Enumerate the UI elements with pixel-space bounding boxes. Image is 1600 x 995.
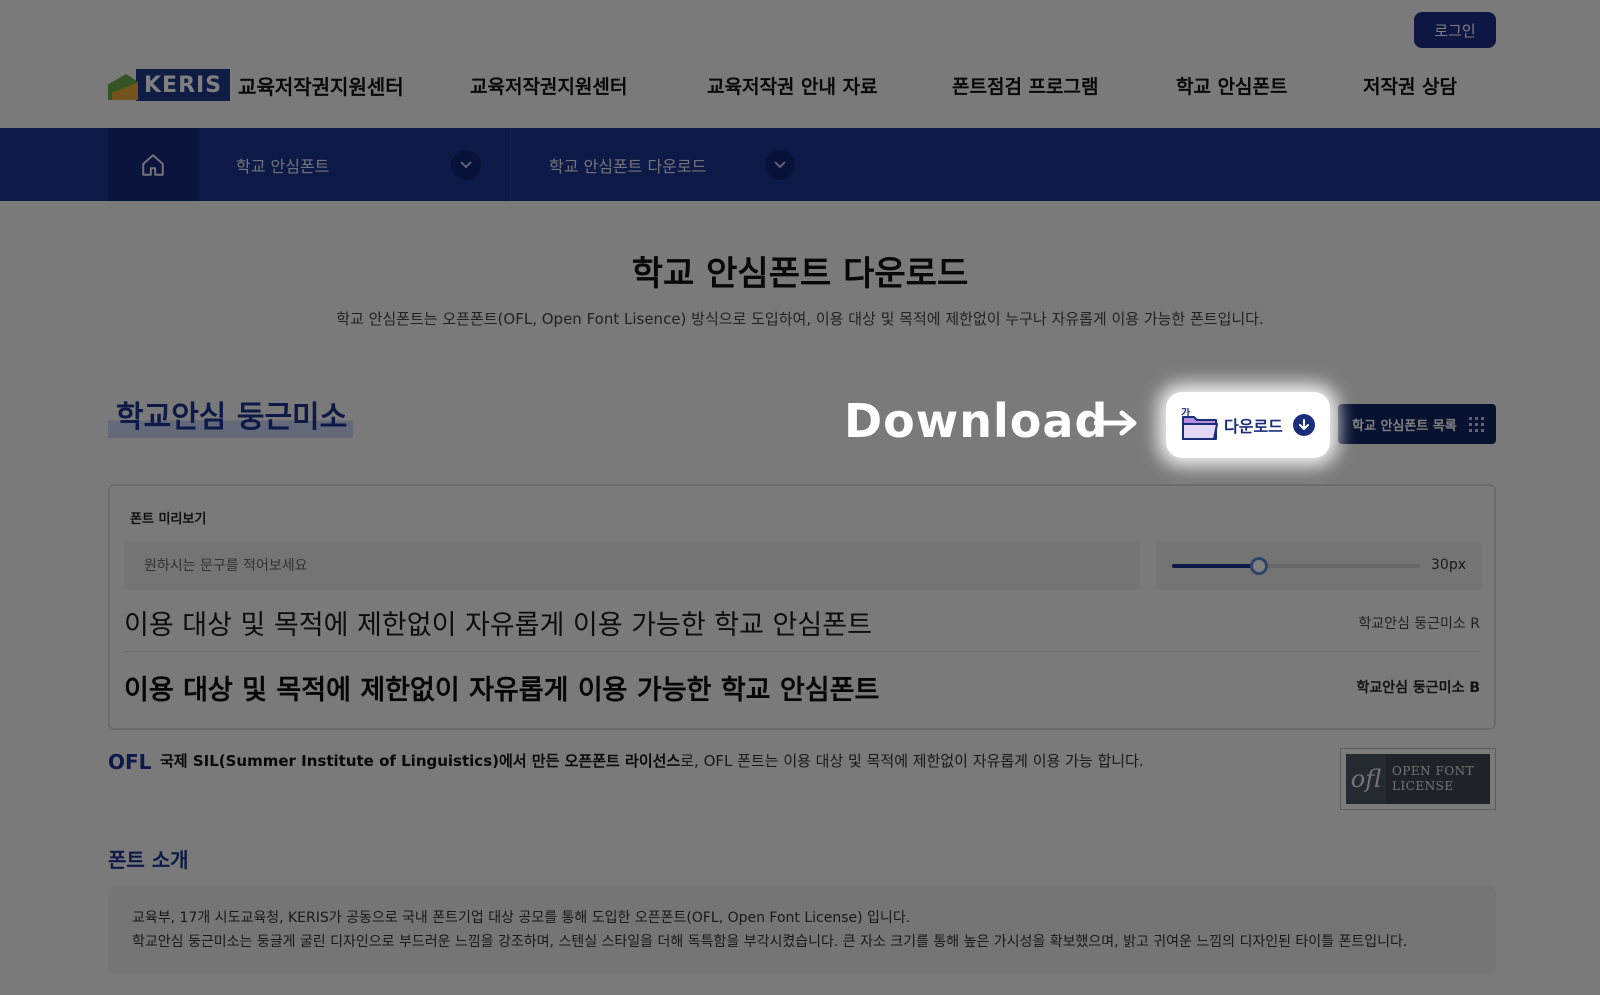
arrow-right-icon <box>1094 410 1137 436</box>
sample-text-bold: 이용 대상 및 목적에 제한없이 자유롭게 이용 가능한 학교 안심폰트 <box>124 674 880 706</box>
font-list-button[interactable]: 학교 안심폰트 목록 <box>1338 404 1496 444</box>
ofl-logo-mark: ofl <box>1346 754 1386 804</box>
logo-text: 교육저작권지원센터 <box>238 74 404 99</box>
ofl-logo-line2: LICENSE <box>1392 779 1454 793</box>
download-label: 다운로드 <box>1224 417 1283 436</box>
preview-text-input[interactable] <box>124 542 1140 590</box>
logo-mark-icon <box>108 68 140 102</box>
intro-title: 폰트 소개 <box>108 848 189 872</box>
grid-icon <box>1469 417 1484 432</box>
intro-line: 학교안심 둥근미소는 둥글게 굴린 디자인으로 부드러운 느낌을 강조하며, 스… <box>132 934 1408 950</box>
font-preview-panel: 폰트 미리보기 30px 이용 대상 및 목적에 제한없이 자유롭게 이용 가능… <box>108 484 1496 730</box>
font-name-heading: 학교안심 둥근미소 <box>108 392 354 438</box>
preview-label: 폰트 미리보기 <box>130 512 207 527</box>
font-size-value: 30px <box>1431 557 1466 573</box>
font-download-button[interactable]: 가 다운로드 <box>1166 392 1330 458</box>
ofl-description: 국제 SIL(Summer Institute of Linguistics)에… <box>160 750 1144 771</box>
intro-box: 교육부, 17개 시도교육청, KERIS가 공동으로 국내 폰트기업 대상 공… <box>108 886 1496 974</box>
subnav-item-download[interactable]: 학교 안심폰트 다운로드 <box>549 128 706 201</box>
top-header: 로그인 KERIS 교육저작권지원센터 교육저작권지원센터 교육저작권 안내 자… <box>0 0 1600 128</box>
subnav-item-safe-font[interactable]: 학교 안심폰트 <box>236 128 329 201</box>
site-logo[interactable]: KERIS 교육저작권지원센터 <box>108 66 404 104</box>
nav-item-font-check[interactable]: 폰트점검 프로그램 <box>952 72 1098 99</box>
sample-tag-regular: 학교안심 둥근미소 R <box>1358 615 1480 632</box>
nav-item-consult[interactable]: 저작권 상담 <box>1363 72 1457 99</box>
download-annotation: Download <box>844 394 1109 448</box>
slider-track[interactable] <box>1172 557 1420 575</box>
sample-row-bold: 이용 대상 및 목적에 제한없이 자유롭게 이용 가능한 학교 안심폰트 학교안… <box>124 656 1480 718</box>
folder-icon: 가 <box>1180 406 1220 442</box>
page: 로그인 KERIS 교육저작권지원센터 교육저작권지원센터 교육저작권 안내 자… <box>0 0 1600 995</box>
font-list-label: 학교 안심폰트 목록 <box>1352 418 1457 434</box>
nav-item-safe-font[interactable]: 학교 안심폰트 <box>1176 72 1288 99</box>
ofl-desc-rest: 로, OFL 폰트는 이용 대상 및 목적에 제한없이 자유롭게 이용 가능 합… <box>680 752 1144 770</box>
logo-keris: KERIS <box>136 69 231 101</box>
nav-item-guide[interactable]: 교육저작권 안내 자료 <box>707 72 878 99</box>
nav-item-center[interactable]: 교육저작권지원센터 <box>470 72 627 99</box>
ofl-license-logo: ofl OPEN FONT LICENSE <box>1340 748 1496 810</box>
sample-tag-bold: 학교안심 둥근미소 B <box>1356 680 1480 696</box>
ofl-desc-bold: 국제 SIL(Summer Institute of Linguistics)에… <box>160 752 681 770</box>
home-button[interactable] <box>108 128 198 201</box>
intro-line: 교육부, 17개 시도교육청, KERIS가 공동으로 국내 폰트기업 대상 공… <box>132 910 911 926</box>
folder-glyph: 가 <box>1181 408 1191 419</box>
chevron-down-icon[interactable] <box>765 150 795 180</box>
home-icon <box>142 153 164 176</box>
ofl-logo-line1: OPEN FONT <box>1392 764 1475 778</box>
login-button[interactable]: 로그인 <box>1414 12 1496 48</box>
sample-row-regular: 이용 대상 및 목적에 제한없이 자유롭게 이용 가능한 학교 안심폰트 학교안… <box>124 594 1480 652</box>
slider-thumb[interactable] <box>1250 557 1268 575</box>
sample-text-regular: 이용 대상 및 목적에 제한없이 자유롭게 이용 가능한 학교 안심폰트 <box>124 610 872 641</box>
chevron-down-icon[interactable] <box>451 150 481 180</box>
subnav-divider <box>510 128 511 201</box>
download-arrow-icon <box>1292 414 1315 436</box>
slider-fill <box>1172 564 1259 568</box>
page-title: 학교 안심폰트 다운로드 <box>631 254 969 294</box>
sub-nav: 학교 안심폰트 학교 안심폰트 다운로드 <box>0 128 1600 201</box>
page-description: 학교 안심폰트는 오픈폰트(OFL, Open Font Lisence) 방식… <box>336 310 1264 328</box>
ofl-badge: OFL <box>108 750 152 774</box>
font-size-slider[interactable]: 30px <box>1156 542 1482 590</box>
